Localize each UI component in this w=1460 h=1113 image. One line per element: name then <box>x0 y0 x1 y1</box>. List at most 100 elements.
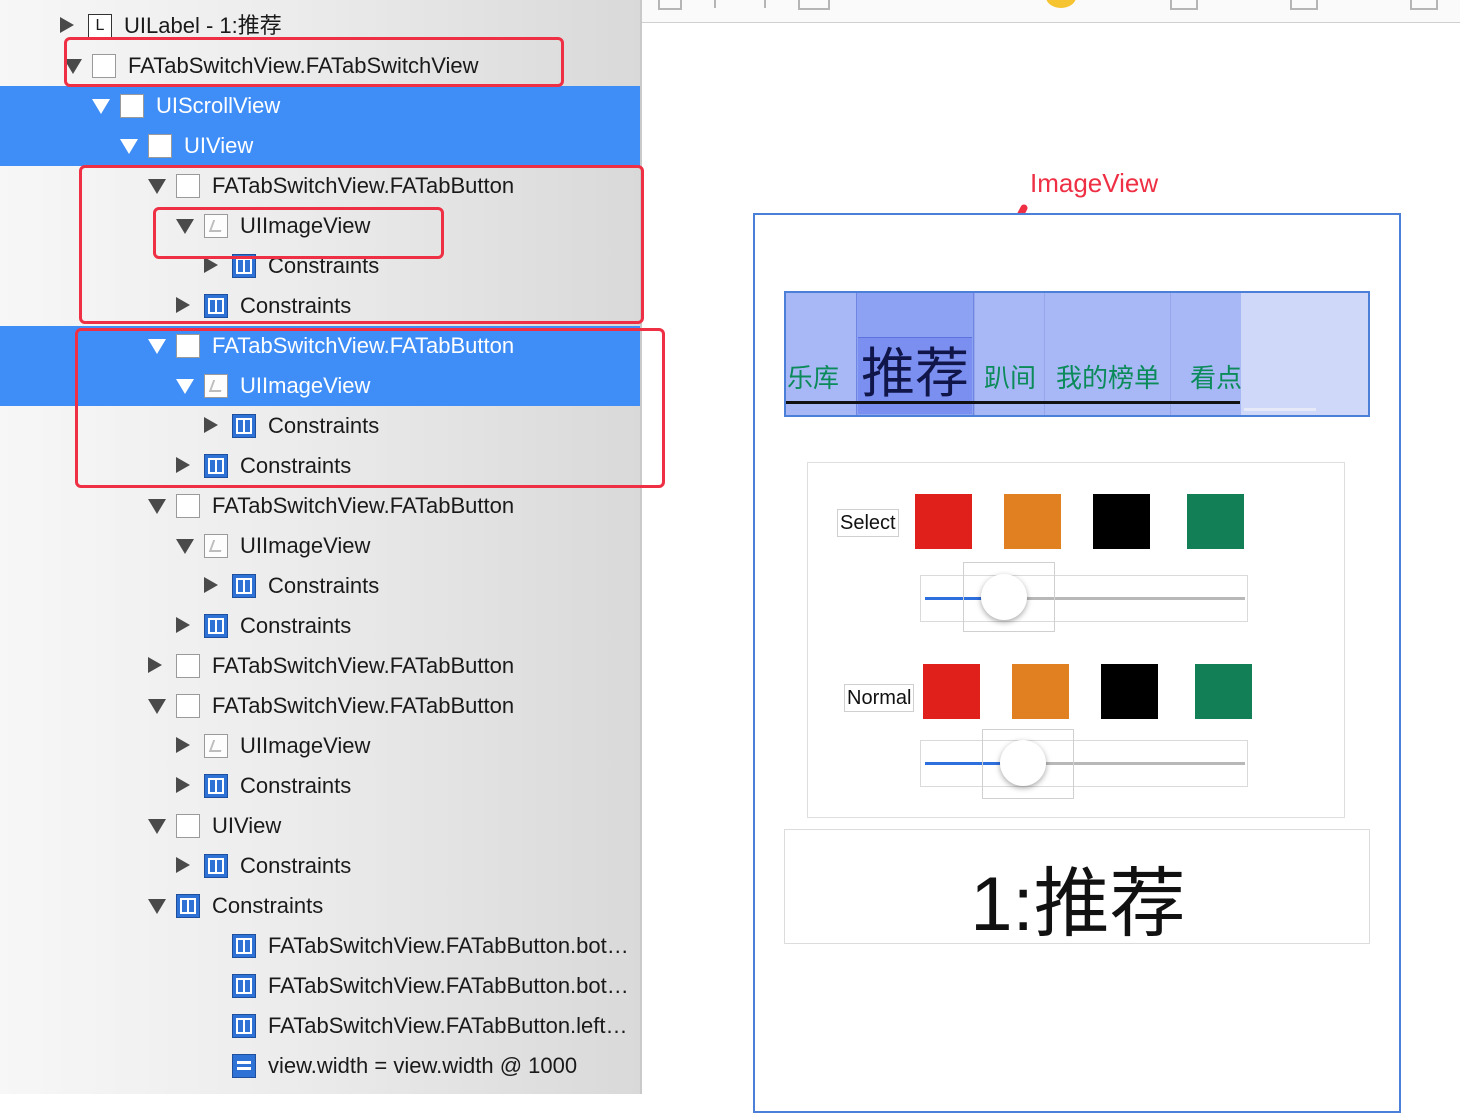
outline-row[interactable]: view.width = view.width @ 1000 <box>0 1046 640 1086</box>
constraints-icon <box>232 1014 256 1038</box>
disclosure-closed-icon[interactable] <box>204 577 218 593</box>
tab-scroll-view[interactable]: 乐库 趴间 我的榜单 看点 <box>786 293 1242 415</box>
outline-row[interactable]: UIImageView <box>0 526 640 566</box>
outline-row-label: UIImageView <box>240 733 371 758</box>
image-view-icon <box>204 734 228 758</box>
outline-row-label: UIScrollView <box>156 93 281 118</box>
outline-row-label: FATabSwitchView.FATabButton <box>212 493 515 518</box>
disclosure-closed-icon[interactable] <box>176 617 190 633</box>
annotation-box-tabbutton-2 <box>75 328 665 488</box>
outline-row-label: Constraints <box>240 773 352 798</box>
breadcrumb-scroll-icon[interactable] <box>1410 0 1438 10</box>
equal-constraint-icon <box>232 1054 256 1078</box>
outline-row[interactable]: UIImageView <box>0 726 640 766</box>
outline-row-label: FATabSwitchView.FATabButton.bot… <box>268 973 629 998</box>
normal-swatch-orange[interactable] <box>1012 664 1069 719</box>
tab-label-3: 我的榜单 <box>1055 363 1160 393</box>
view-icon <box>176 494 200 518</box>
disclosure-closed-icon[interactable] <box>176 777 190 793</box>
normal-slider[interactable] <box>920 740 1248 787</box>
outline-row[interactable]: UIView <box>0 806 640 846</box>
tab-button-2[interactable]: 趴间 <box>974 293 1045 415</box>
breadcrumb-view-icon[interactable] <box>1290 0 1318 10</box>
tab-indicator-line <box>786 401 1240 404</box>
outline-row[interactable]: FATabSwitchView.FATabButton.bot… <box>0 966 640 1006</box>
outline-row-label: view.width = view.width @ 1000 <box>268 1053 578 1078</box>
select-swatch-black[interactable] <box>1093 494 1150 549</box>
constraints-icon <box>204 614 228 638</box>
outline-row[interactable]: FATabSwitchView.FATabButton.left… <box>0 1006 640 1046</box>
outline-row-label: Constraints <box>240 613 352 638</box>
disclosure-open-icon[interactable] <box>148 899 166 914</box>
tab-button-3[interactable]: 我的榜单 <box>1044 293 1171 415</box>
outline-row[interactable]: UIScrollView <box>0 86 640 126</box>
select-label: Select <box>837 509 899 537</box>
outline-row[interactable]: FATabSwitchView.FATabButton <box>0 486 640 526</box>
outline-row[interactable]: FATabSwitchView.FATabButton.bot… <box>0 926 640 966</box>
outline-row[interactable]: FATabSwitchView.FATabButton <box>0 646 640 686</box>
view-icon <box>120 94 144 118</box>
outline-row[interactable]: Constraints <box>0 766 640 806</box>
outline-row[interactable]: FATabSwitchView.FATabButton <box>0 686 640 726</box>
forward-icon[interactable] <box>758 0 766 8</box>
outline-row[interactable]: Constraints <box>0 886 640 926</box>
constraints-icon <box>204 854 228 878</box>
outline-row[interactable]: UIView <box>0 126 640 166</box>
disclosure-open-icon[interactable] <box>148 699 166 714</box>
outline-row[interactable]: Constraints <box>0 606 640 646</box>
disclosure-open-icon[interactable] <box>148 499 166 514</box>
tab-button-1-active[interactable]: 推荐 <box>856 293 974 415</box>
content-label: 1:推荐 <box>970 862 1186 947</box>
view-icon <box>176 654 200 678</box>
normal-swatch-black[interactable] <box>1101 664 1158 719</box>
folder-icon[interactable] <box>798 0 830 10</box>
image-view-icon <box>204 534 228 558</box>
outline-row[interactable]: Constraints <box>0 566 640 606</box>
select-swatch-green[interactable] <box>1187 494 1244 549</box>
outline-row-label: FATabSwitchView.FATabButton.bot… <box>268 933 629 958</box>
select-swatch-red[interactable] <box>915 494 972 549</box>
normal-label: Normal <box>844 684 915 712</box>
outline-row-label: UILabel - 1:推荐 <box>124 13 282 38</box>
disclosure-closed-icon[interactable] <box>148 657 162 673</box>
tab-button-4[interactable]: 看点 <box>1170 293 1242 415</box>
constraints-icon <box>204 774 228 798</box>
outline-row-label: UIView <box>212 813 282 838</box>
disclosure-closed-icon[interactable] <box>176 737 190 753</box>
constraints-icon <box>232 574 256 598</box>
select-slider-knob[interactable] <box>981 574 1027 620</box>
outline-row-label: FATabSwitchView.FATabButton.left… <box>268 1013 628 1038</box>
tab-label-1: 推荐 <box>861 344 969 404</box>
grid-icon[interactable] <box>658 0 682 10</box>
disclosure-closed-icon[interactable] <box>176 857 190 873</box>
annotation-box-imageview-1 <box>153 207 444 259</box>
view-icon <box>176 814 200 838</box>
horizontal-scroll-indicator[interactable] <box>1244 408 1316 411</box>
constraints-icon <box>176 894 200 918</box>
panel-divider[interactable] <box>640 0 642 1094</box>
breadcrumb-scene-icon[interactable] <box>1170 0 1198 10</box>
select-swatch-orange[interactable] <box>1004 494 1061 549</box>
tab-button-0[interactable]: 乐库 <box>786 293 856 415</box>
outline-row-label: UIView <box>184 133 254 158</box>
view-icon <box>176 694 200 718</box>
outline-row-label: Constraints <box>212 893 324 918</box>
outline-row-label: FATabSwitchView.FATabButton <box>212 653 515 678</box>
normal-slider-knob[interactable] <box>1000 740 1046 786</box>
disclosure-open-icon[interactable] <box>148 819 166 834</box>
outline-row-label: FATabSwitchView.FATabButton <box>212 693 515 718</box>
disclosure-closed-icon[interactable] <box>60 17 74 33</box>
disclosure-open-icon[interactable] <box>120 139 138 154</box>
outline-row-label: Constraints <box>268 573 380 598</box>
normal-swatch-green[interactable] <box>1195 664 1252 719</box>
disclosure-open-icon[interactable] <box>176 539 194 554</box>
constraints-icon <box>232 974 256 998</box>
back-icon[interactable] <box>714 0 722 8</box>
outline-row[interactable]: Constraints <box>0 846 640 886</box>
normal-swatch-red[interactable] <box>923 664 980 719</box>
constraints-icon <box>232 934 256 958</box>
tab-label-2: 趴间 <box>983 363 1036 393</box>
view-icon <box>148 134 172 158</box>
disclosure-open-icon[interactable] <box>92 99 110 114</box>
tab-label-4: 看点 <box>1189 363 1242 393</box>
